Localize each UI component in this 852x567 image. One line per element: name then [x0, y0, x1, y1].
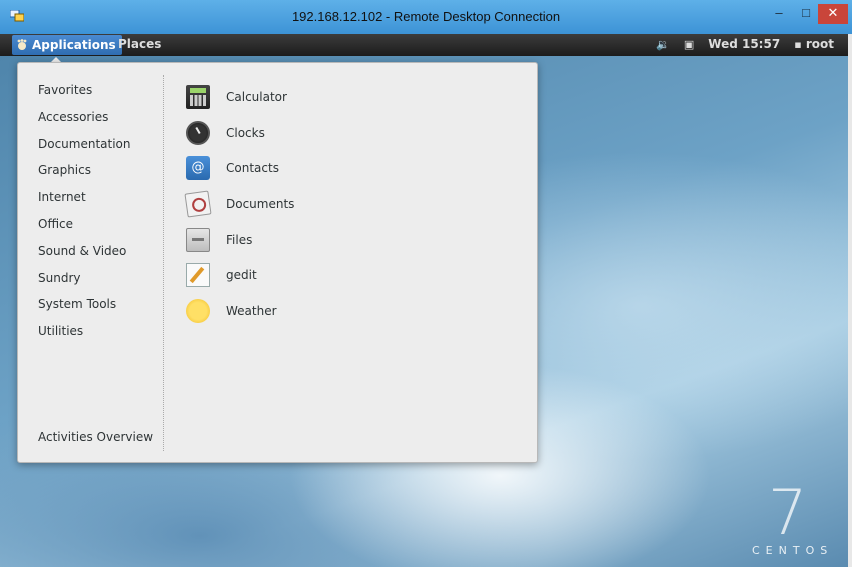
- places-menu-button[interactable]: Places: [118, 37, 161, 51]
- clock-icon: [186, 120, 210, 145]
- clock-datetime[interactable]: Wed 15:57: [708, 37, 780, 51]
- centos-logo-number: 7: [768, 476, 808, 549]
- category-utilities[interactable]: Utilities: [38, 322, 131, 349]
- files-icon: [186, 227, 210, 252]
- scrollbar[interactable]: [848, 34, 852, 567]
- weather-icon: [186, 298, 210, 323]
- category-favorites[interactable]: Favorites: [38, 81, 131, 108]
- documents-icon: [184, 190, 212, 218]
- volume-icon[interactable]: 🔉: [656, 38, 670, 51]
- category-list: Favorites Accessories Documentation Grap…: [38, 81, 131, 349]
- close-button[interactable]: ✕: [818, 4, 848, 24]
- app-files[interactable]: Files: [186, 222, 294, 258]
- top-panel: Applications Places 🔉 ▣ Wed 15:57 ▪ root: [0, 34, 852, 56]
- category-sound-video[interactable]: Sound & Video: [38, 242, 131, 269]
- app-list: Calculator Clocks @ Contacts Documents F…: [184, 79, 295, 329]
- app-label: gedit: [226, 268, 257, 283]
- app-label: Contacts: [226, 161, 279, 176]
- category-accessories[interactable]: Accessories: [38, 108, 131, 135]
- app-calculator[interactable]: Calculator: [186, 79, 294, 115]
- window-titlebar: 192.168.12.102 - Remote Desktop Connecti…: [0, 0, 852, 34]
- app-label: Documents: [226, 196, 295, 211]
- category-office[interactable]: Office: [38, 215, 131, 242]
- app-label: Clocks: [226, 125, 265, 140]
- category-documentation[interactable]: Documentation: [38, 135, 131, 162]
- calculator-icon: [186, 84, 210, 109]
- user-menu[interactable]: ▪ root: [794, 37, 834, 51]
- app-label: Weather: [226, 303, 277, 318]
- app-weather[interactable]: Weather: [186, 293, 294, 329]
- app-contacts[interactable]: @ Contacts: [186, 150, 294, 186]
- app-label: Calculator: [226, 89, 287, 104]
- app-label: Files: [226, 232, 253, 247]
- applications-menu-button[interactable]: Applications: [12, 35, 122, 55]
- category-internet[interactable]: Internet: [38, 188, 131, 215]
- gnome-foot-icon: [17, 39, 27, 50]
- category-sundry[interactable]: Sundry: [38, 269, 131, 296]
- app-documents[interactable]: Documents: [184, 186, 295, 222]
- app-gedit[interactable]: gedit: [186, 257, 294, 293]
- menu-divider: [163, 75, 164, 451]
- gedit-icon: [186, 263, 210, 288]
- app-clocks[interactable]: Clocks: [186, 115, 294, 151]
- window-title: 192.168.12.102 - Remote Desktop Connecti…: [291, 9, 561, 24]
- category-system-tools[interactable]: System Tools: [38, 295, 131, 322]
- maximize-button[interactable]: □: [795, 4, 817, 24]
- centos-logo-text: CENTOS: [752, 544, 834, 557]
- activities-overview-link[interactable]: Activities Overview: [38, 430, 153, 444]
- applications-label: Applications: [32, 38, 116, 52]
- contacts-icon: @: [186, 156, 210, 181]
- network-icon[interactable]: ▣: [684, 38, 694, 51]
- applications-menu: Favorites Accessories Documentation Grap…: [17, 62, 538, 463]
- category-graphics[interactable]: Graphics: [38, 161, 131, 188]
- minimize-button[interactable]: –: [768, 4, 790, 24]
- user-name: root: [805, 37, 834, 51]
- user-icon: ▪: [794, 38, 802, 51]
